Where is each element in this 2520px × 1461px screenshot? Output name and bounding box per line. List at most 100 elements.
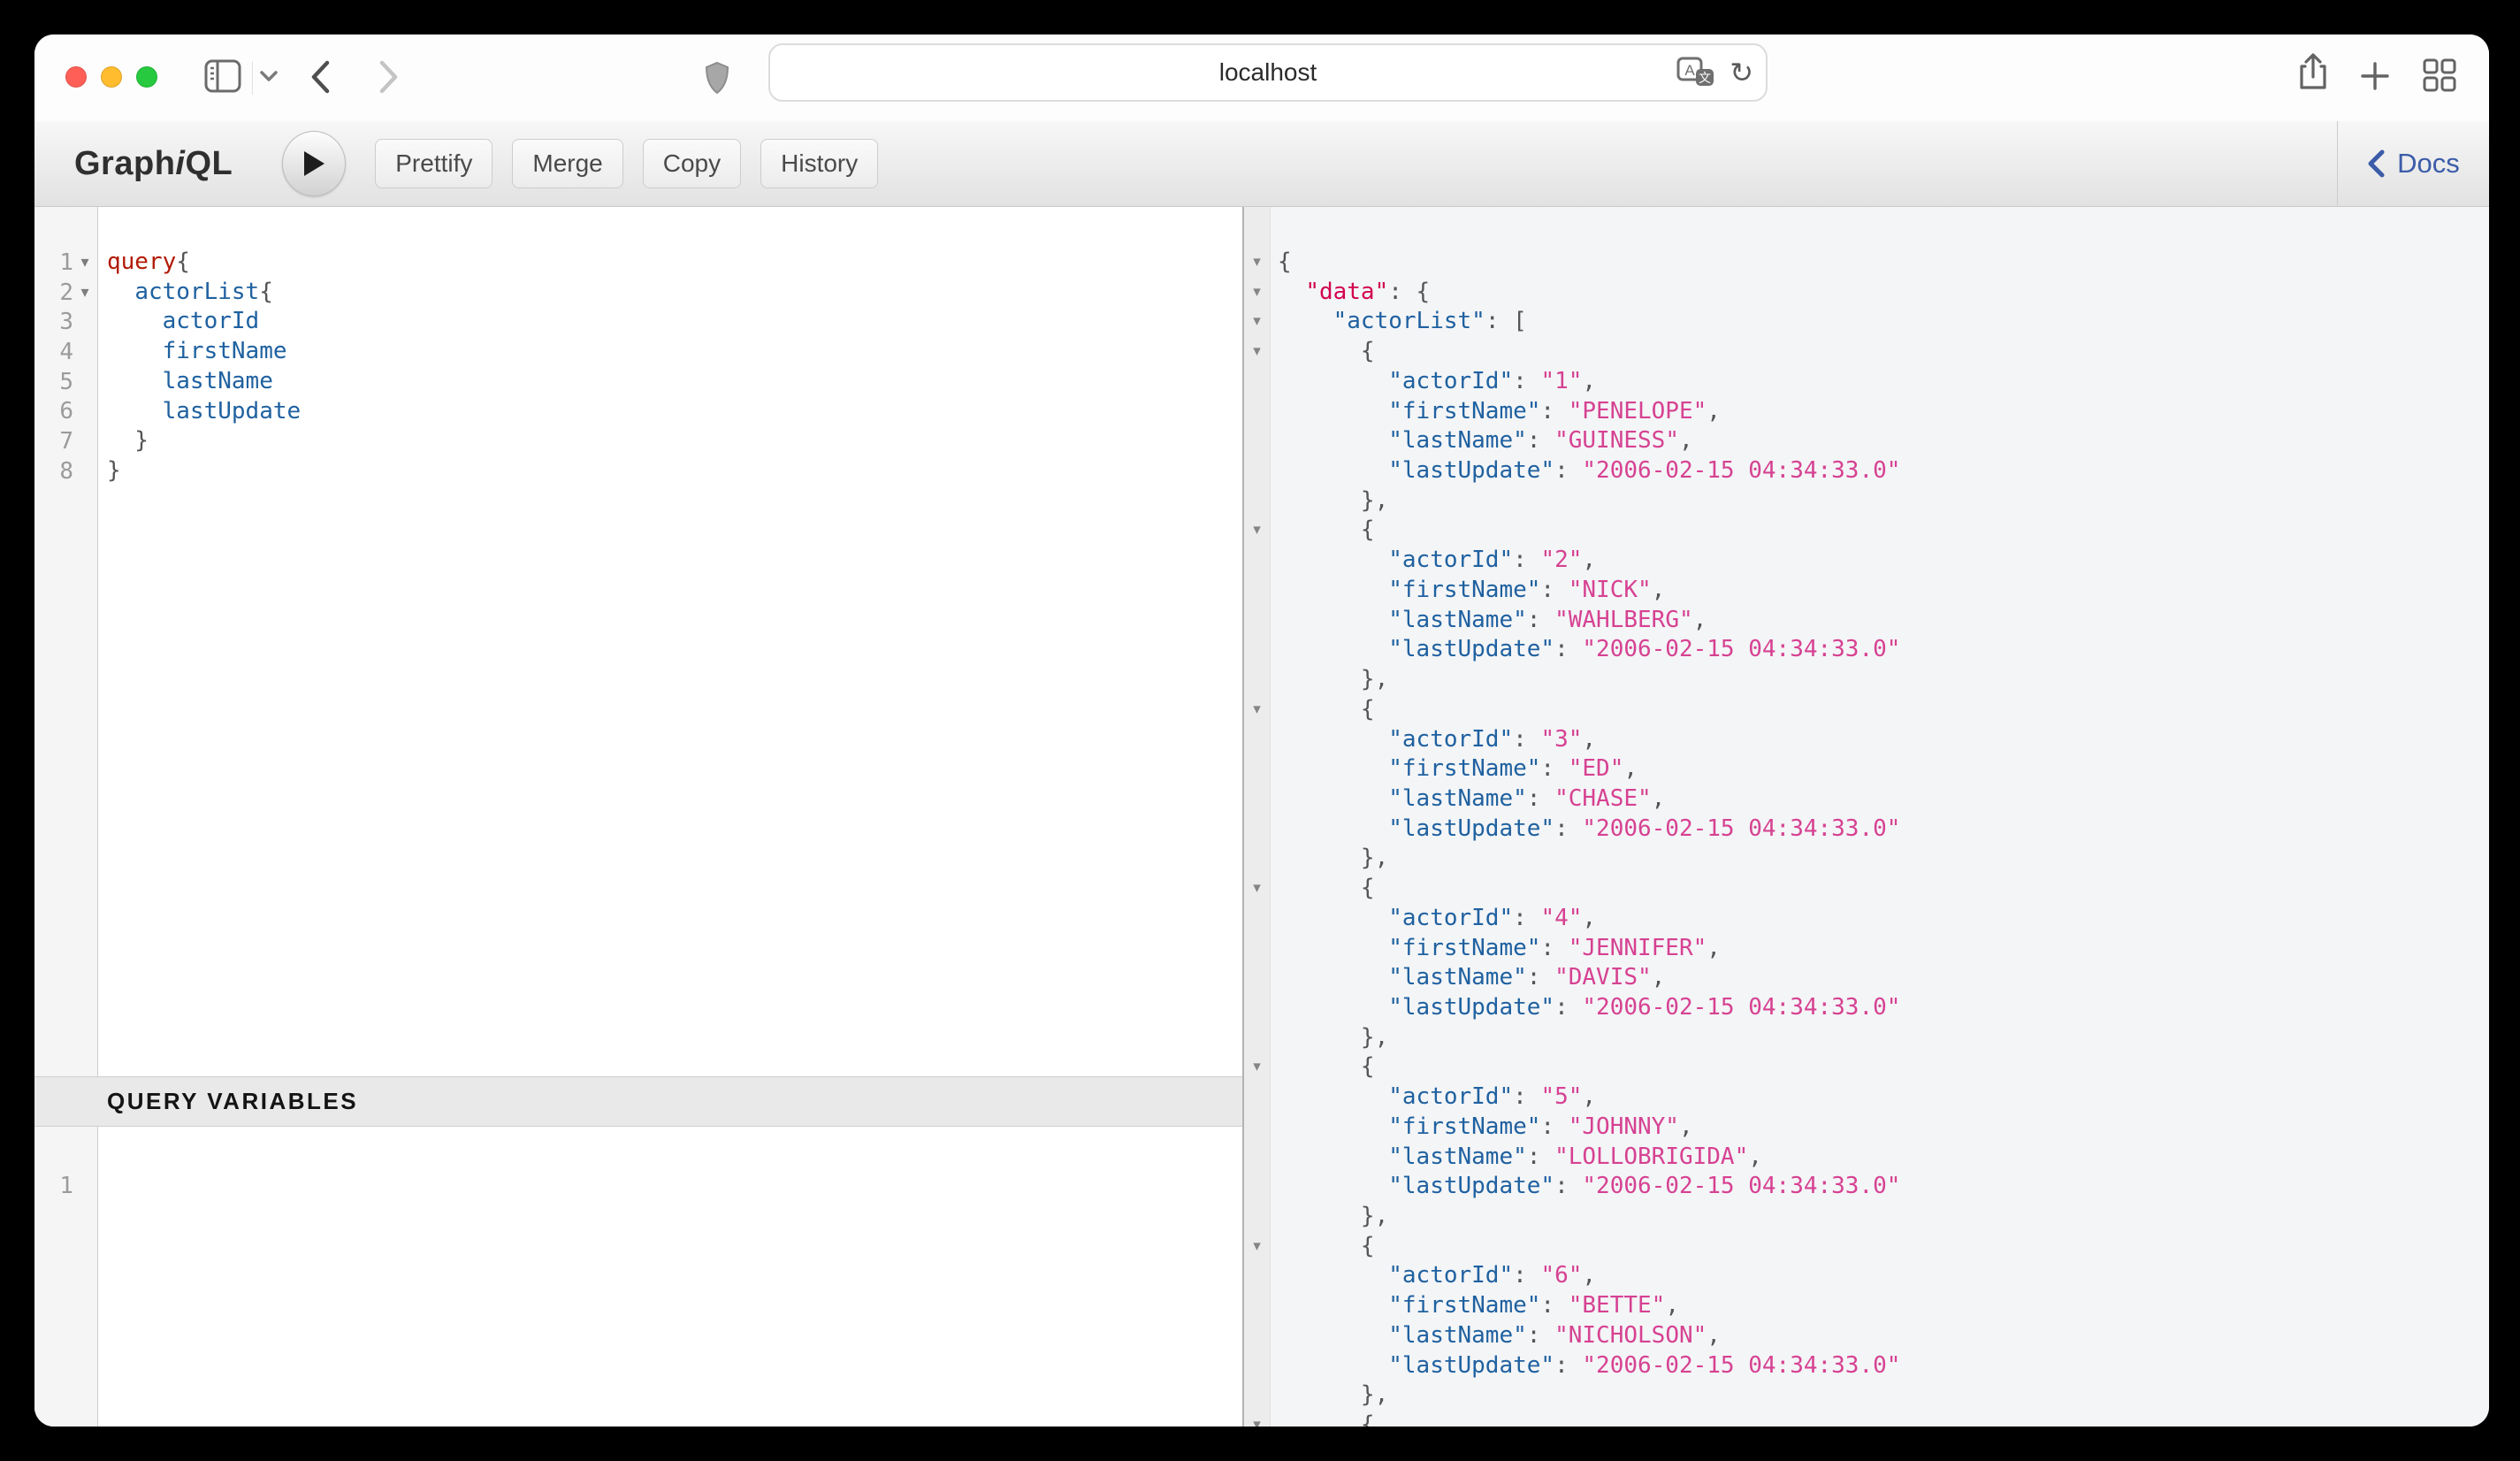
privacy-report-button[interactable] — [705, 61, 729, 95]
sidebar-menu-chevron[interactable] — [259, 70, 279, 82]
fold-arrow-icon[interactable]: ▾ — [1244, 1052, 1270, 1082]
response-line: "actorId": "3", — [1278, 725, 2489, 755]
response-line: "lastName": "CHASE", — [1278, 784, 2489, 815]
execute-query-button[interactable] — [282, 131, 346, 196]
response-line: "lastName": "LOLLOBRIGIDA", — [1278, 1143, 2489, 1173]
code-line: } — [107, 426, 1242, 456]
query-editor[interactable]: 1▾2▾345678 query{ actorList{ actorId fir… — [34, 207, 1242, 1076]
graphiql-toolbar: GraphiQL Prettify Merge Copy History Doc… — [34, 121, 2489, 207]
result-fold-gutter: ▾▾▾▾▾▾▾▾▾▾ — [1244, 207, 1271, 1427]
translate-icon[interactable]: A 文 — [1676, 57, 1715, 88]
line-number: 8 — [34, 458, 73, 485]
merge-button[interactable]: Merge — [512, 139, 622, 188]
fold-row-empty — [1244, 934, 1270, 964]
response-line: "lastName": "WAHLBERG", — [1278, 606, 2489, 636]
fold-arrow-icon[interactable]: ▾ — [73, 278, 96, 308]
fold-arrow-icon[interactable]: ▾ — [73, 248, 96, 278]
response-line: "actorId": "6", — [1278, 1261, 2489, 1291]
code-line: lastUpdate — [107, 397, 1242, 427]
fold-arrow-icon[interactable]: ▾ — [1244, 307, 1270, 337]
response-line: { — [1278, 337, 2489, 367]
response-line: "actorList": [ — [1278, 307, 2489, 337]
forward-icon — [378, 59, 401, 95]
response-line: "firstName": "ED", — [1278, 754, 2489, 784]
toolbar-divider — [252, 61, 253, 95]
zoom-window-button[interactable] — [136, 66, 157, 88]
query-editor-code[interactable]: query{ actorList{ actorId firstName last… — [98, 207, 1242, 1076]
response-line: "lastUpdate": "2006-02-15 04:34:33.0" — [1278, 456, 2489, 486]
response-line: "firstName": "PENELOPE", — [1278, 397, 2489, 427]
fold-row-empty — [1244, 1261, 1270, 1291]
response-line: }, — [1278, 486, 2489, 516]
fold-row-empty — [1244, 1082, 1270, 1113]
docs-toggle[interactable]: Docs — [2337, 121, 2489, 206]
url-text: localhost — [1219, 58, 1317, 87]
toolbar-button-group: Prettify Merge Copy History — [375, 139, 878, 188]
back-icon — [309, 59, 332, 95]
query-variables-header[interactable]: QUERY VARIABLES — [34, 1076, 1242, 1127]
fold-row-empty — [1244, 1351, 1270, 1381]
shield-icon — [705, 61, 729, 95]
forward-button[interactable] — [378, 59, 401, 95]
copy-button[interactable]: Copy — [643, 139, 741, 188]
history-button[interactable]: History — [760, 139, 878, 188]
response-line: "lastUpdate": "2006-02-15 04:34:33.0" — [1278, 635, 2489, 665]
fold-arrow-icon[interactable]: ▾ — [1244, 874, 1270, 904]
minimize-window-button[interactable] — [101, 66, 122, 88]
line-number: 4 — [34, 339, 73, 365]
response-line: "lastUpdate": "2006-02-15 04:34:33.0" — [1278, 815, 2489, 845]
prettify-button[interactable]: Prettify — [375, 139, 493, 188]
new-tab-button[interactable] — [2360, 61, 2390, 91]
response-line: "lastName": "GUINESS", — [1278, 426, 2489, 456]
sidebar-toggle-button[interactable] — [204, 59, 241, 93]
fold-arrow-icon[interactable]: ▾ — [1244, 1232, 1270, 1262]
address-bar[interactable]: localhost A 文 ↻ — [768, 43, 1768, 102]
gutter-row: 6 — [34, 397, 97, 427]
back-button[interactable] — [309, 59, 332, 95]
docs-label: Docs — [2397, 148, 2460, 180]
line-number: 7 — [34, 428, 73, 455]
response-line: "actorId": "1", — [1278, 367, 2489, 397]
fold-row-empty — [1244, 1202, 1270, 1232]
response-line: }, — [1278, 1381, 2489, 1411]
variables-editor[interactable]: 1 — [34, 1127, 1242, 1427]
code-line: lastName — [107, 367, 1242, 397]
response-line: "data": { — [1278, 278, 2489, 308]
code-line: actorList{ — [107, 278, 1242, 308]
screen-background: localhost A 文 ↻ — [0, 0, 2520, 1461]
variables-editor-content[interactable] — [98, 1127, 1242, 1427]
response-line: { — [1278, 874, 2489, 904]
graphiql-main: 1▾2▾345678 query{ actorList{ actorId fir… — [34, 207, 2489, 1427]
fold-row-empty — [1244, 1143, 1270, 1173]
gutter-row: 8 — [34, 456, 97, 486]
response-line: "firstName": "JOHNNY", — [1278, 1113, 2489, 1143]
response-line: "actorId": "5", — [1278, 1082, 2489, 1113]
graphiql-logo: GraphiQL — [74, 145, 233, 183]
svg-text:A: A — [1685, 62, 1696, 79]
share-button[interactable] — [2298, 52, 2328, 91]
close-window-button[interactable] — [65, 66, 87, 88]
fold-row-empty — [1244, 397, 1270, 427]
fold-arrow-icon[interactable]: ▾ — [1244, 278, 1270, 308]
response-line: { — [1278, 1411, 2489, 1427]
fold-arrow-icon[interactable]: ▾ — [1244, 695, 1270, 725]
fold-row-empty — [1244, 725, 1270, 755]
fold-row-empty — [1244, 367, 1270, 397]
fold-arrow-icon[interactable]: ▾ — [1244, 516, 1270, 546]
fold-arrow-icon[interactable]: ▾ — [1244, 248, 1270, 278]
fold-row-empty — [1244, 1291, 1270, 1321]
fold-row-empty — [1244, 456, 1270, 486]
fold-arrow-icon[interactable]: ▾ — [1244, 1411, 1270, 1427]
fold-row-empty — [1244, 606, 1270, 636]
tab-overview-button[interactable] — [2422, 57, 2457, 93]
variables-line-number: 1 — [34, 1173, 73, 1199]
response-line: }, — [1278, 665, 2489, 695]
response-line: "firstName": "JENNIFER", — [1278, 934, 2489, 964]
reload-icon[interactable]: ↻ — [1730, 56, 1753, 89]
code-line: } — [107, 456, 1242, 486]
response-line: "lastName": "NICHOLSON", — [1278, 1321, 2489, 1351]
response-line: { — [1278, 695, 2489, 725]
fold-arrow-icon[interactable]: ▾ — [1244, 337, 1270, 367]
fold-row-empty — [1244, 993, 1270, 1023]
line-number: 6 — [34, 398, 73, 425]
